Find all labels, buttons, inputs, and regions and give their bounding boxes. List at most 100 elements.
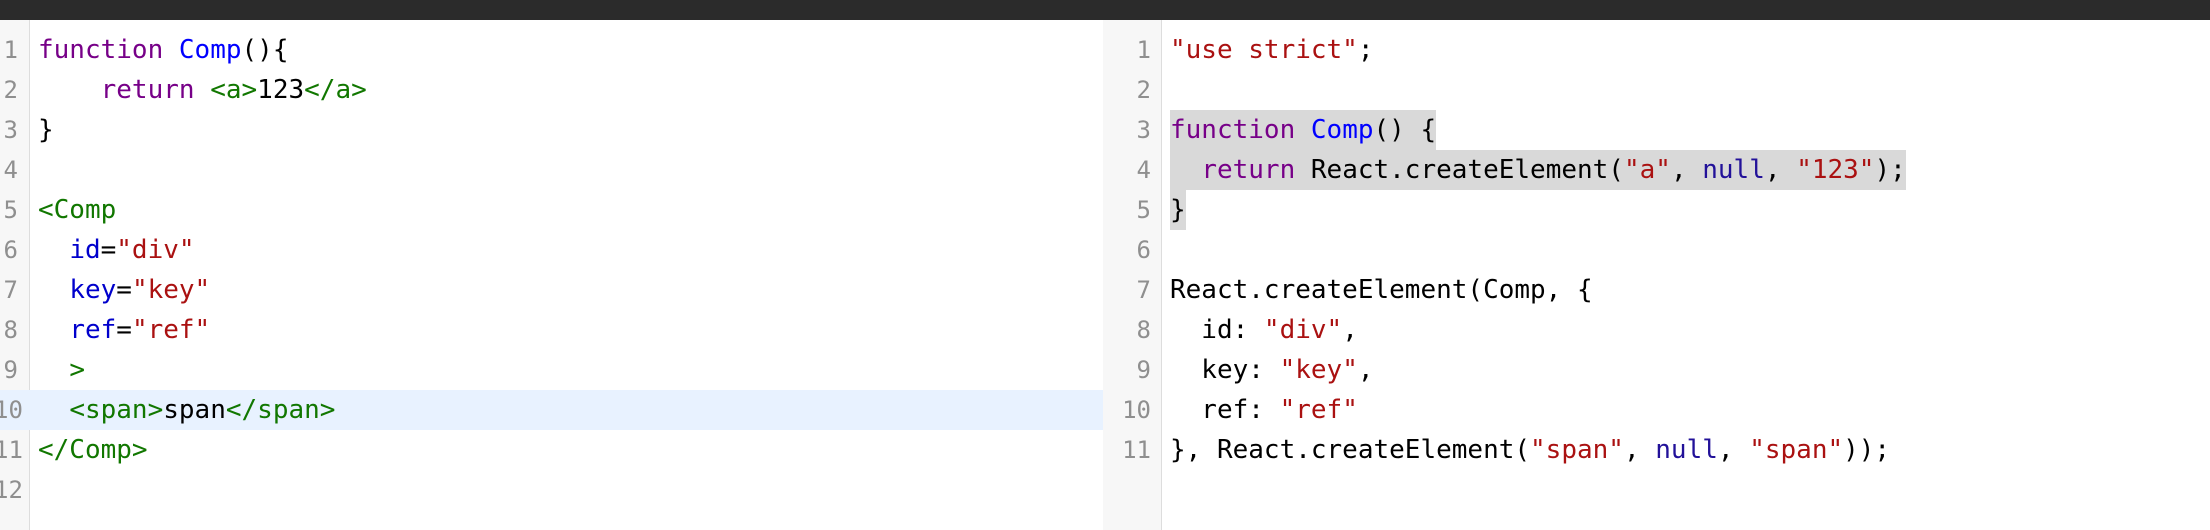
code-token: "ref" — [131, 315, 211, 345]
source-code-line[interactable]: 2 return <a>123</a> — [0, 70, 1103, 110]
code-token: ; — [1357, 35, 1374, 65]
code-token: </span> — [225, 395, 336, 425]
output-line-number: 2 — [1136, 76, 1151, 104]
source-code-line[interactable]: 7 key="key" — [0, 270, 1103, 310]
output-code-line[interactable]: 5} — [1103, 190, 2210, 230]
source-line-number: 11 — [0, 436, 23, 464]
output-line-number: 6 — [1136, 236, 1151, 264]
code-token: </a> — [304, 75, 367, 105]
code-token: return — [100, 75, 195, 105]
code-token: , — [1764, 155, 1797, 185]
output-code-line[interactable]: 8 id: "div", — [1103, 310, 2210, 350]
code-token: <Comp — [38, 195, 117, 225]
output-code-line[interactable]: 7 React.createElement(Comp, { — [1103, 270, 2210, 310]
source-code-line[interactable]: 12 — [0, 470, 1103, 510]
source-code-line[interactable]: 8 ref="ref" — [0, 310, 1103, 350]
code-token: "ref" — [1279, 395, 1358, 425]
output-line-code: id: "div", — [1170, 310, 1358, 350]
output-code-line[interactable]: 6 — [1103, 230, 2210, 270]
source-line-number: 5 — [3, 196, 18, 224]
output-code-line[interactable]: 2 — [1103, 70, 2210, 110]
output-line-number: 4 — [1136, 156, 1151, 184]
output-code-line[interactable]: 10 ref: "ref" — [1103, 390, 2210, 430]
code-token: "use strict" — [1170, 35, 1358, 65]
source-code-line[interactable]: 6 id="div" — [0, 230, 1103, 270]
source-code-line[interactable]: 4 — [0, 150, 1103, 190]
source-line-number: 4 — [3, 156, 18, 184]
code-token: , — [1623, 435, 1656, 465]
output-line-number: 5 — [1136, 196, 1151, 224]
code-token: ); — [1874, 155, 1906, 185]
code-token: span — [163, 395, 226, 425]
code-token: ref: — [1170, 395, 1280, 425]
source-code-line[interactable]: 1 function Comp(){ — [0, 30, 1103, 70]
output-code-line[interactable]: 11}, React.createElement("span", null, "… — [1103, 430, 2210, 470]
code-token: "123" — [1796, 155, 1875, 185]
output-line-code: return React.createElement("a", null, "1… — [1170, 150, 1906, 190]
output-line-code: "use strict"; — [1170, 30, 1374, 70]
code-token: ref — [69, 315, 117, 345]
output-line-code: } — [1170, 190, 1186, 230]
source-code-line[interactable]: 10 <span>span</span> — [0, 390, 1103, 430]
code-token: <a> — [210, 75, 258, 105]
source-code-line[interactable]: 9 > — [0, 350, 1103, 390]
code-token: , — [1342, 315, 1358, 345]
output-code-line[interactable]: 9 key: "key", — [1103, 350, 2210, 390]
source-line-number: 1 — [3, 36, 18, 64]
output-line-number: 7 — [1136, 276, 1151, 304]
source-line-code: key="key" — [38, 270, 210, 310]
source-line-code: } — [38, 110, 54, 150]
code-token: </Comp> — [38, 435, 148, 465]
code-token: React.createElement(Comp, { — [1170, 275, 1593, 305]
source-line-code: <span>span</span> — [38, 390, 335, 430]
code-token: } — [1170, 195, 1186, 225]
source-code-lines[interactable]: 1 function Comp(){ 2 return <a>123</a> 3} 4 5… — [0, 30, 1103, 510]
top-bar — [0, 0, 2210, 20]
code-token: function — [38, 35, 164, 65]
code-token: "key" — [131, 275, 211, 305]
code-token: "span" — [1530, 435, 1624, 465]
code-token: null — [1655, 435, 1718, 465]
output-line-code: React.createElement(Comp, { — [1170, 270, 1593, 310]
output-line-number: 1 — [1136, 36, 1151, 64]
source-line-code: ref="ref" — [38, 310, 210, 350]
code-token: = — [100, 235, 117, 265]
output-line-code: key: "key", — [1170, 350, 1373, 390]
source-line-number: 9 — [3, 356, 18, 384]
code-token: "div" — [1263, 315, 1343, 345]
output-line-number: 3 — [1136, 116, 1151, 144]
source-line-code: <Comp — [38, 190, 116, 230]
source-editor[interactable]: 1 function Comp(){ 2 return <a>123</a> 3} 4 5… — [0, 20, 1103, 530]
code-token: = — [116, 275, 132, 305]
code-token: Comp — [178, 35, 242, 65]
source-code-line[interactable]: 5 <Comp — [0, 190, 1103, 230]
source-code-line[interactable]: 11 </Comp> — [0, 430, 1103, 470]
source-line-code: > — [38, 350, 85, 390]
output-code-line[interactable]: 1 "use strict"; — [1103, 30, 2210, 70]
code-token: React.createElement( — [1295, 155, 1624, 185]
code-token: id: — [1170, 315, 1264, 345]
code-token: key — [69, 275, 117, 305]
output-line-number: 11 — [1122, 436, 1151, 464]
output-code-line[interactable]: 3 function Comp() { — [1103, 110, 2210, 150]
code-token: () { — [1373, 115, 1437, 145]
code-token: 123 — [257, 75, 305, 105]
code-token: (){ — [241, 35, 289, 65]
source-line-number: 6 — [3, 236, 18, 264]
code-token: return — [1201, 155, 1296, 185]
code-token: <span> — [69, 395, 164, 425]
output-code-lines[interactable]: 1 "use strict"; 2 3 function Comp() {4 retur… — [1103, 30, 2210, 470]
code-token: }, React.createElement( — [1170, 435, 1531, 465]
output-line-number: 9 — [1136, 356, 1151, 384]
compiled-output-editor[interactable]: 1 "use strict"; 2 3 function Comp() {4 retur… — [1103, 20, 2210, 530]
code-token: > — [69, 355, 85, 385]
source-code-line[interactable]: 3} — [0, 110, 1103, 150]
output-code-line[interactable]: 4 return React.createElement("a", null, … — [1103, 150, 2210, 190]
code-token: "div" — [116, 235, 195, 265]
output-line-number: 10 — [1122, 396, 1151, 424]
